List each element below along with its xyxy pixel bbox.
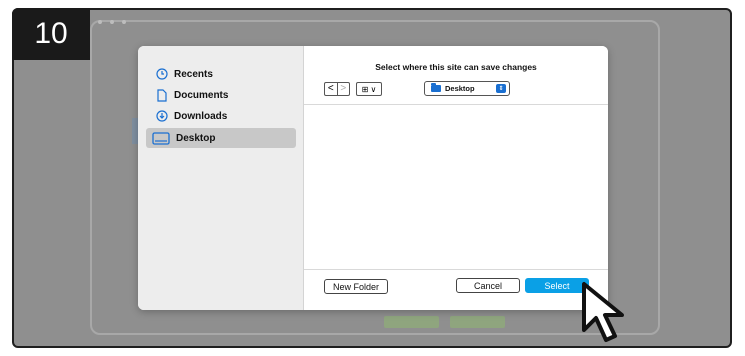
back-button[interactable]: < [325,83,337,95]
sidebar-item-label: Documents [174,89,229,101]
document-icon [157,88,167,102]
download-icon [156,110,168,122]
location-label: Desktop [445,84,475,93]
folder-icon [431,83,441,92]
dialog-main-pane: Select where this site can save changes … [304,46,608,310]
cancel-button[interactable]: Cancel [456,278,520,293]
dialog-title: Select where this site can save changes [375,62,537,72]
view-mode-button[interactable]: ⊞ ∨ [356,82,382,96]
sidebar-item-label: Recents [174,68,213,80]
background-window-dots [98,20,126,24]
new-folder-button[interactable]: New Folder [324,279,388,294]
sidebar-item-documents[interactable]: Documents [146,85,296,105]
sidebar-item-recents[interactable]: Recents [146,64,296,84]
clock-icon [156,68,168,80]
step-number-badge: 10 [12,8,90,60]
sidebar-item-desktop[interactable]: Desktop [146,128,296,148]
background-button-green-2 [450,316,505,328]
background-button-green [384,316,439,328]
mouse-pointer-icon [582,282,624,342]
back-forward-group: < > [324,82,350,96]
sidebar-item-downloads[interactable]: Downloads [146,106,296,126]
file-browser-area[interactable] [304,104,608,270]
save-location-dialog: Recents Documents Downloads Desktop Sele… [138,46,608,310]
dialog-sidebar: Recents Documents Downloads Desktop [138,46,304,310]
sidebar-item-label: Downloads [174,110,228,122]
desktop-icon [152,131,170,145]
forward-button[interactable]: > [336,83,350,95]
sidebar-item-label: Desktop [176,132,216,144]
location-dropdown[interactable]: Desktop ⇕ [424,81,510,96]
dropdown-arrows-icon: ⇕ [496,84,506,93]
